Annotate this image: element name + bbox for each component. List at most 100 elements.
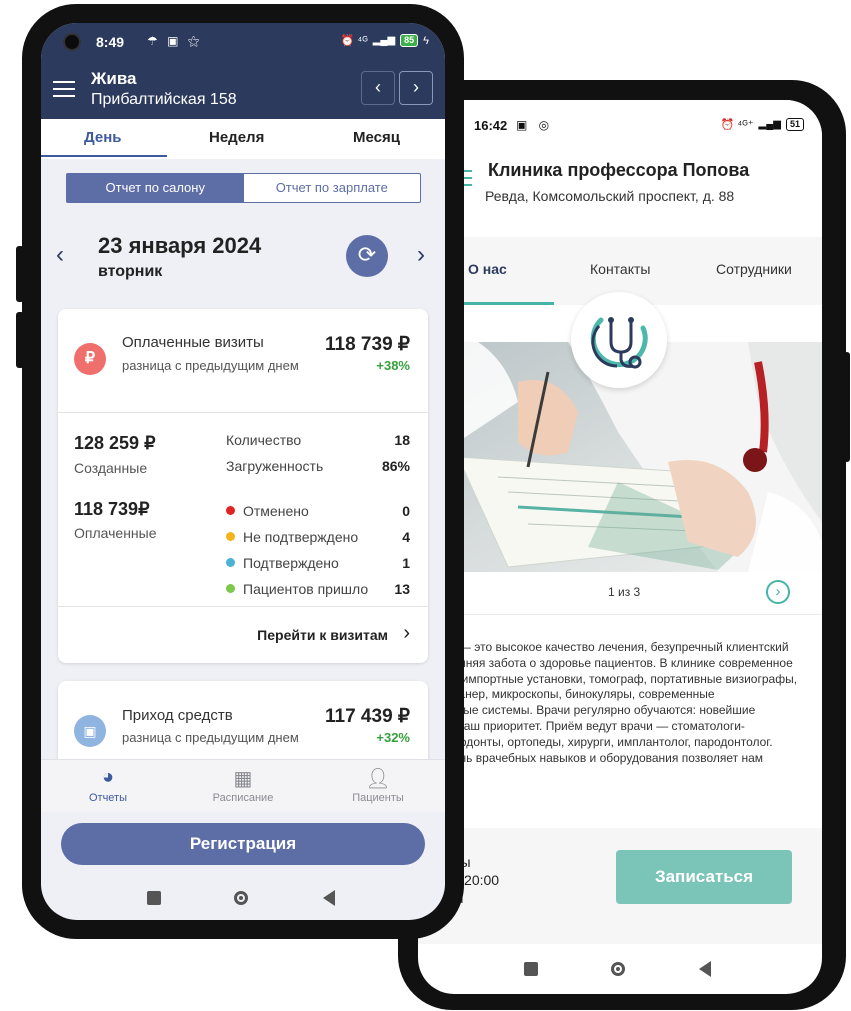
tab-month[interactable]: Месяц bbox=[353, 129, 400, 146]
prev-date-button[interactable]: ‹ bbox=[56, 241, 64, 269]
paid-label: Оплаченные bbox=[74, 525, 157, 541]
card-amount: 117 439 ₽ bbox=[325, 706, 410, 727]
status-bar: 16:42 ▣ ◎ ⏰ ⁴ᴳ⁺ ▂▄▆ 51 bbox=[418, 100, 822, 140]
next-salon-button[interactable]: › bbox=[399, 71, 433, 105]
paid-visits-card: ₽ Оплаченные визиты разница с предыдущим… bbox=[58, 309, 428, 663]
goto-visits-link[interactable]: Перейти к визитам bbox=[257, 627, 388, 643]
stat-load-value: 86% bbox=[381, 458, 410, 474]
status-dot-icon bbox=[226, 506, 235, 515]
divider bbox=[418, 614, 822, 615]
status-time: 8:49 bbox=[96, 34, 125, 50]
clinic-title: Клиника профессора Попова bbox=[488, 160, 750, 180]
tab-staff[interactable]: Сотрудники bbox=[716, 261, 792, 277]
tab-week[interactable]: Неделя bbox=[209, 129, 264, 146]
clinic-footer: Режим работы Пн-Сб: 09:00-20:00 Вс: выхо… bbox=[418, 828, 822, 944]
system-nav-bar bbox=[418, 961, 822, 992]
status-time: 16:42 bbox=[474, 118, 508, 133]
stethoscope-icon bbox=[590, 317, 648, 369]
refresh-button[interactable]: ⟳ bbox=[346, 235, 388, 277]
recents-button[interactable] bbox=[524, 962, 538, 976]
status-dot-icon bbox=[226, 558, 235, 567]
segment-salon-report[interactable]: Отчет по салону bbox=[67, 174, 244, 202]
divider bbox=[58, 606, 428, 607]
pie-chart-icon: ◕ bbox=[101, 766, 115, 788]
clinic-address: Ревда, Комсомольский проспект, д. 88 bbox=[485, 188, 735, 204]
segment-salary-report[interactable]: Отчет по зарплате bbox=[244, 174, 421, 202]
tab-contacts[interactable]: Контакты bbox=[590, 261, 650, 277]
about-section: Наша клиника — это высокое качество лече… bbox=[418, 640, 818, 816]
stat-count-label: Количество bbox=[226, 432, 302, 448]
card-change: +32% bbox=[376, 730, 410, 745]
card-change: +38% bbox=[376, 358, 410, 373]
status-arrived: Пациентов пришло bbox=[226, 581, 368, 597]
status-label: Не подтверждено bbox=[243, 529, 359, 545]
charging-icon: ϟ bbox=[423, 34, 429, 47]
created-label: Созданные bbox=[74, 460, 148, 476]
prev-salon-button[interactable]: ‹ bbox=[361, 71, 395, 105]
status-label: Отменено bbox=[243, 503, 309, 519]
next-date-button[interactable]: › bbox=[417, 241, 425, 269]
card-title: Приход средств bbox=[122, 707, 233, 724]
battery-icon: 85 bbox=[400, 34, 419, 47]
carousel-next-button[interactable]: › bbox=[766, 580, 790, 604]
battery-icon: 51 bbox=[785, 118, 804, 131]
notification-icons: ▣ ◎ bbox=[516, 118, 554, 132]
status-confirmed: Подтверждено bbox=[226, 555, 339, 571]
card-title: Оплаченные визиты bbox=[122, 334, 264, 351]
status-dot-icon bbox=[226, 532, 235, 541]
notification-icons: ☂ ▣ ⚝ bbox=[147, 34, 203, 48]
period-tabs: День Неделя Месяц bbox=[41, 119, 445, 159]
alarm-signal-icons: ⏰ ⁴ᴳ⁺ bbox=[720, 119, 754, 131]
stat-count-value: 18 bbox=[394, 432, 410, 448]
power-button bbox=[16, 312, 24, 368]
system-icons: ⏰ ⁴ᴳ ▂▄▆ 85 ϟ bbox=[341, 34, 429, 47]
chevron-right-icon: › bbox=[413, 77, 419, 97]
status-label: Подтверждено bbox=[243, 555, 339, 571]
salon-address: Прибалтийская 158 bbox=[91, 91, 237, 108]
alarm-signal-icons: ⏰ ⁴ᴳ bbox=[340, 35, 368, 47]
refresh-icon: ⟳ bbox=[357, 242, 377, 267]
carousel-pager: 1 из 3 bbox=[608, 585, 641, 599]
chevron-right-icon[interactable]: › bbox=[403, 622, 410, 645]
salon-title: Жива bbox=[91, 69, 137, 88]
status-unconfirmed: Не подтверждено bbox=[226, 529, 358, 545]
chevron-left-icon: ‹ bbox=[375, 77, 381, 97]
clinic-phone: 16:42 ▣ ◎ ⏰ ⁴ᴳ⁺ ▂▄▆ 51 Клиника профессор… bbox=[398, 80, 850, 1010]
clinic-logo bbox=[571, 292, 667, 388]
tab-day[interactable]: День bbox=[84, 129, 122, 146]
status-value: 13 bbox=[394, 581, 410, 597]
phone-side-button bbox=[844, 352, 850, 462]
signal-icon: ▂▄▆ bbox=[758, 119, 781, 130]
book-button[interactable]: Записаться bbox=[616, 850, 792, 904]
system-icons: ⏰ ⁴ᴳ⁺ ▂▄▆ 51 bbox=[721, 118, 804, 131]
back-button[interactable] bbox=[699, 961, 711, 977]
volume-button bbox=[16, 246, 24, 302]
register-button[interactable]: Регистрация bbox=[61, 823, 425, 865]
nav-reports[interactable]: ◕ Отчеты bbox=[58, 766, 158, 804]
nav-schedule[interactable]: ▦ Расписание bbox=[193, 766, 293, 804]
created-amount: 128 259 ₽ bbox=[74, 433, 156, 453]
recents-button[interactable] bbox=[147, 891, 161, 905]
nav-label: Пациенты bbox=[352, 792, 404, 804]
divider bbox=[58, 412, 428, 413]
menu-icon[interactable] bbox=[53, 81, 75, 99]
nav-patients[interactable]: 👤︎ Пациенты bbox=[328, 766, 428, 804]
ruble-icon: ₽ bbox=[74, 343, 106, 375]
status-bar: 8:49 ☂ ▣ ⚝ ⏰ ⁴ᴳ ▂▄▆ 85 ϟ bbox=[41, 23, 445, 61]
back-button[interactable] bbox=[323, 890, 335, 906]
home-button[interactable] bbox=[611, 962, 625, 976]
status-value: 0 bbox=[402, 503, 410, 519]
tab-indicator bbox=[41, 155, 167, 157]
card-subtitle: разница с предыдущим днем bbox=[122, 358, 299, 373]
report-type-switch: Отчет по салону Отчет по зарплате bbox=[66, 173, 421, 203]
status-label: Пациентов пришло bbox=[243, 581, 369, 597]
home-button[interactable] bbox=[234, 891, 248, 905]
stat-load-label: Загруженность bbox=[226, 458, 324, 474]
calendar-icon: ▦ bbox=[233, 768, 253, 790]
about-text: Наша клиника — это высокое качество лече… bbox=[418, 640, 798, 765]
bottom-navigation: ◕ Отчеты ▦ Расписание 👤︎ Пациенты bbox=[41, 759, 445, 812]
camera-hole bbox=[63, 33, 81, 51]
reports-screen: 8:49 ☂ ▣ ⚝ ⏰ ⁴ᴳ ▂▄▆ 85 ϟ Жива Прибалтийс… bbox=[41, 23, 445, 920]
status-dot-icon bbox=[226, 584, 235, 593]
tab-about[interactable]: О нас bbox=[468, 261, 507, 277]
